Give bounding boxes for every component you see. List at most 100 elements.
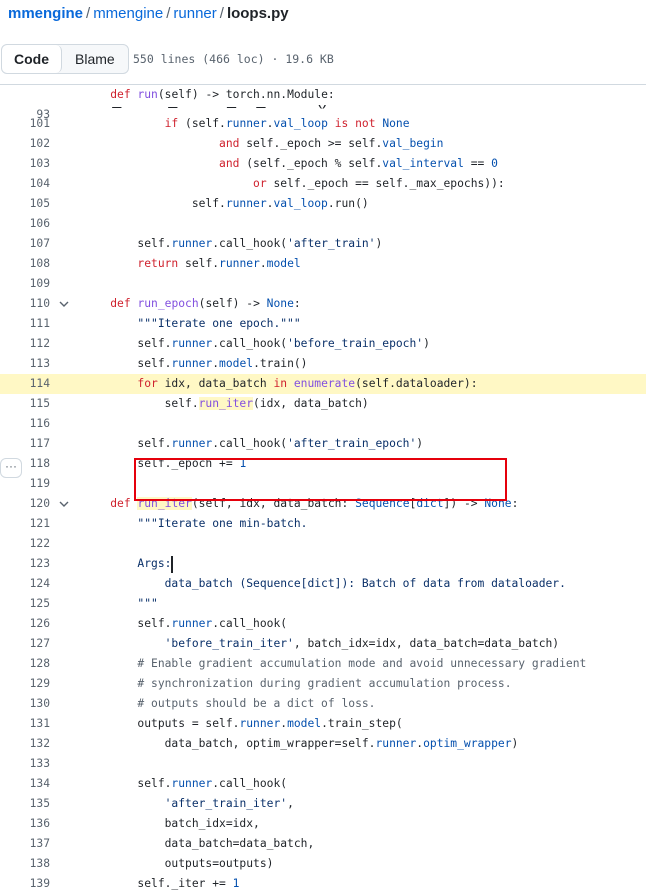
line-actions-button[interactable]: ···: [0, 458, 22, 478]
code-text: self._iter += 1: [83, 874, 239, 893]
line-number[interactable]: 109: [0, 274, 50, 294]
code-line[interactable]: 128 # Enable gradient accumulation mode …: [0, 654, 646, 674]
line-number[interactable]: 123: [0, 554, 50, 574]
code-line[interactable]: 133: [0, 754, 646, 774]
line-number[interactable]: 124: [0, 574, 50, 594]
line-number[interactable]: 139: [0, 874, 50, 893]
line-number[interactable]: 130: [0, 694, 50, 714]
code-line[interactable]: 115 self.run_iter(idx, data_batch): [0, 394, 646, 414]
code-line[interactable]: 130 # outputs should be a dict of loss.: [0, 694, 646, 714]
line-number[interactable]: 133: [0, 754, 50, 774]
code-line[interactable]: 126 self.runner.call_hook(: [0, 614, 646, 634]
breadcrumb-repo-link[interactable]: mmengine: [8, 5, 83, 22]
code-line[interactable]: 102 and self._epoch >= self.val_begin: [0, 134, 646, 154]
code-token: 0: [491, 157, 498, 170]
code-token: self.: [83, 237, 172, 250]
line-number[interactable]: 117: [0, 434, 50, 454]
code-token: outputs = self.: [83, 717, 240, 730]
code-tab[interactable]: Code: [2, 45, 62, 73]
code-line[interactable]: 101 if (self.runner.val_loop is not None: [0, 114, 646, 134]
code-line[interactable]: 132 data_batch, optim_wrapper=self.runne…: [0, 734, 646, 754]
code-token: runner: [171, 777, 213, 790]
code-token: 'after_train_iter': [164, 797, 288, 810]
code-line[interactable]: 113 self.runner.model.train(): [0, 354, 646, 374]
line-number[interactable]: 110: [0, 294, 50, 314]
line-number[interactable]: 131: [0, 714, 50, 734]
line-number[interactable]: 106: [0, 214, 50, 234]
line-number[interactable]: 101: [0, 114, 50, 134]
code-token: .call_hook(: [212, 777, 288, 790]
code-line[interactable]: 111 """Iterate one epoch.""": [0, 314, 646, 334]
code-token: .run(): [327, 197, 369, 210]
line-number[interactable]: 116: [0, 414, 50, 434]
code-line[interactable]: 123 Args:: [0, 554, 646, 574]
code-line[interactable]: 114 for idx, data_batch in enumerate(sel…: [0, 374, 646, 394]
line-number[interactable]: 138: [0, 854, 50, 874]
line-number[interactable]: 126: [0, 614, 50, 634]
code-token: 1: [232, 877, 240, 890]
code-token: .call_hook(: [212, 617, 288, 630]
line-number[interactable]: 112: [0, 334, 50, 354]
line-number[interactable]: 137: [0, 834, 50, 854]
code-line[interactable]: 107 self.runner.call_hook('after_train'): [0, 234, 646, 254]
code-line[interactable]: 110 def run_epoch(self) -> None:: [0, 294, 646, 314]
line-number[interactable]: 107: [0, 234, 50, 254]
line-number[interactable]: 136: [0, 814, 50, 834]
code-line[interactable]: 129 # synchronization during gradient ac…: [0, 674, 646, 694]
code-view[interactable]: 93 def run(self) -> torch.nn.Module: sel…: [0, 84, 646, 893]
line-number[interactable]: 103: [0, 154, 50, 174]
line-number[interactable]: 122: [0, 534, 50, 554]
code-line[interactable]: 137 data_batch=data_batch,: [0, 834, 646, 854]
code-line[interactable]: 104 or self._epoch == self._max_epochs))…: [0, 174, 646, 194]
code-line[interactable]: 134 self.runner.call_hook(: [0, 774, 646, 794]
line-number[interactable]: 113: [0, 354, 50, 374]
code-text: 'after_train_iter',: [83, 794, 294, 814]
code-line[interactable]: 106: [0, 214, 646, 234]
chevron-down-icon[interactable]: [58, 494, 70, 514]
code-token: model: [287, 717, 322, 730]
code-line[interactable]: 109: [0, 274, 646, 294]
code-token: , batch_idx=idx, data_batch=data_batch): [293, 637, 560, 650]
code-token: Args:: [137, 557, 172, 570]
line-number[interactable]: 104: [0, 174, 50, 194]
code-line[interactable]: 103 and (self._epoch % self.val_interval…: [0, 154, 646, 174]
code-line[interactable]: 122: [0, 534, 646, 554]
line-number[interactable]: 120: [0, 494, 50, 514]
line-number[interactable]: 128: [0, 654, 50, 674]
blame-tab[interactable]: Blame: [62, 45, 128, 73]
line-number[interactable]: 125: [0, 594, 50, 614]
code-text: return self.runner.model: [83, 254, 300, 274]
line-number[interactable]: 111: [0, 314, 50, 334]
code-line[interactable]: 138 outputs=outputs): [0, 854, 646, 874]
breadcrumb-dir-link[interactable]: runner: [173, 5, 216, 22]
code-line[interactable]: 136 batch_idx=idx,: [0, 814, 646, 834]
line-number[interactable]: 102: [0, 134, 50, 154]
line-number[interactable]: 132: [0, 734, 50, 754]
code-line[interactable]: 127 'before_train_iter', batch_idx=idx, …: [0, 634, 646, 654]
breadcrumb-dir-link[interactable]: mmengine: [93, 5, 163, 22]
line-number[interactable]: 134: [0, 774, 50, 794]
code-line[interactable]: 121 """Iterate one min-batch.: [0, 514, 646, 534]
code-line[interactable]: 112 self.runner.call_hook('before_train_…: [0, 334, 646, 354]
line-number[interactable]: 114: [0, 374, 50, 394]
line-number[interactable]: 108: [0, 254, 50, 274]
code-line[interactable]: 135 'after_train_iter',: [0, 794, 646, 814]
line-number[interactable]: 115: [0, 394, 50, 414]
code-line[interactable]: 124 data_batch (Sequence[dict]): Batch o…: [0, 574, 646, 594]
chevron-down-icon[interactable]: [58, 294, 70, 314]
sticky-header-line[interactable]: 93 def run(self) -> torch.nn.Module:: [0, 85, 646, 121]
code-line[interactable]: 108 return self.runner.model: [0, 254, 646, 274]
code-line[interactable]: 105 self.runner.val_loop.run(): [0, 194, 646, 214]
code-line[interactable]: 117 self.runner.call_hook('after_train_e…: [0, 434, 646, 454]
line-number[interactable]: 121: [0, 514, 50, 534]
code-line[interactable]: 139 self._iter += 1: [0, 874, 646, 893]
line-number[interactable]: 127: [0, 634, 50, 654]
code-token: .train_step(: [321, 717, 403, 730]
line-number[interactable]: 129: [0, 674, 50, 694]
code-line[interactable]: 116: [0, 414, 646, 434]
code-line[interactable]: 131 outputs = self.runner.model.train_st…: [0, 714, 646, 734]
line-number[interactable]: 135: [0, 794, 50, 814]
line-number[interactable]: 105: [0, 194, 50, 214]
code-line[interactable]: 125 """: [0, 594, 646, 614]
